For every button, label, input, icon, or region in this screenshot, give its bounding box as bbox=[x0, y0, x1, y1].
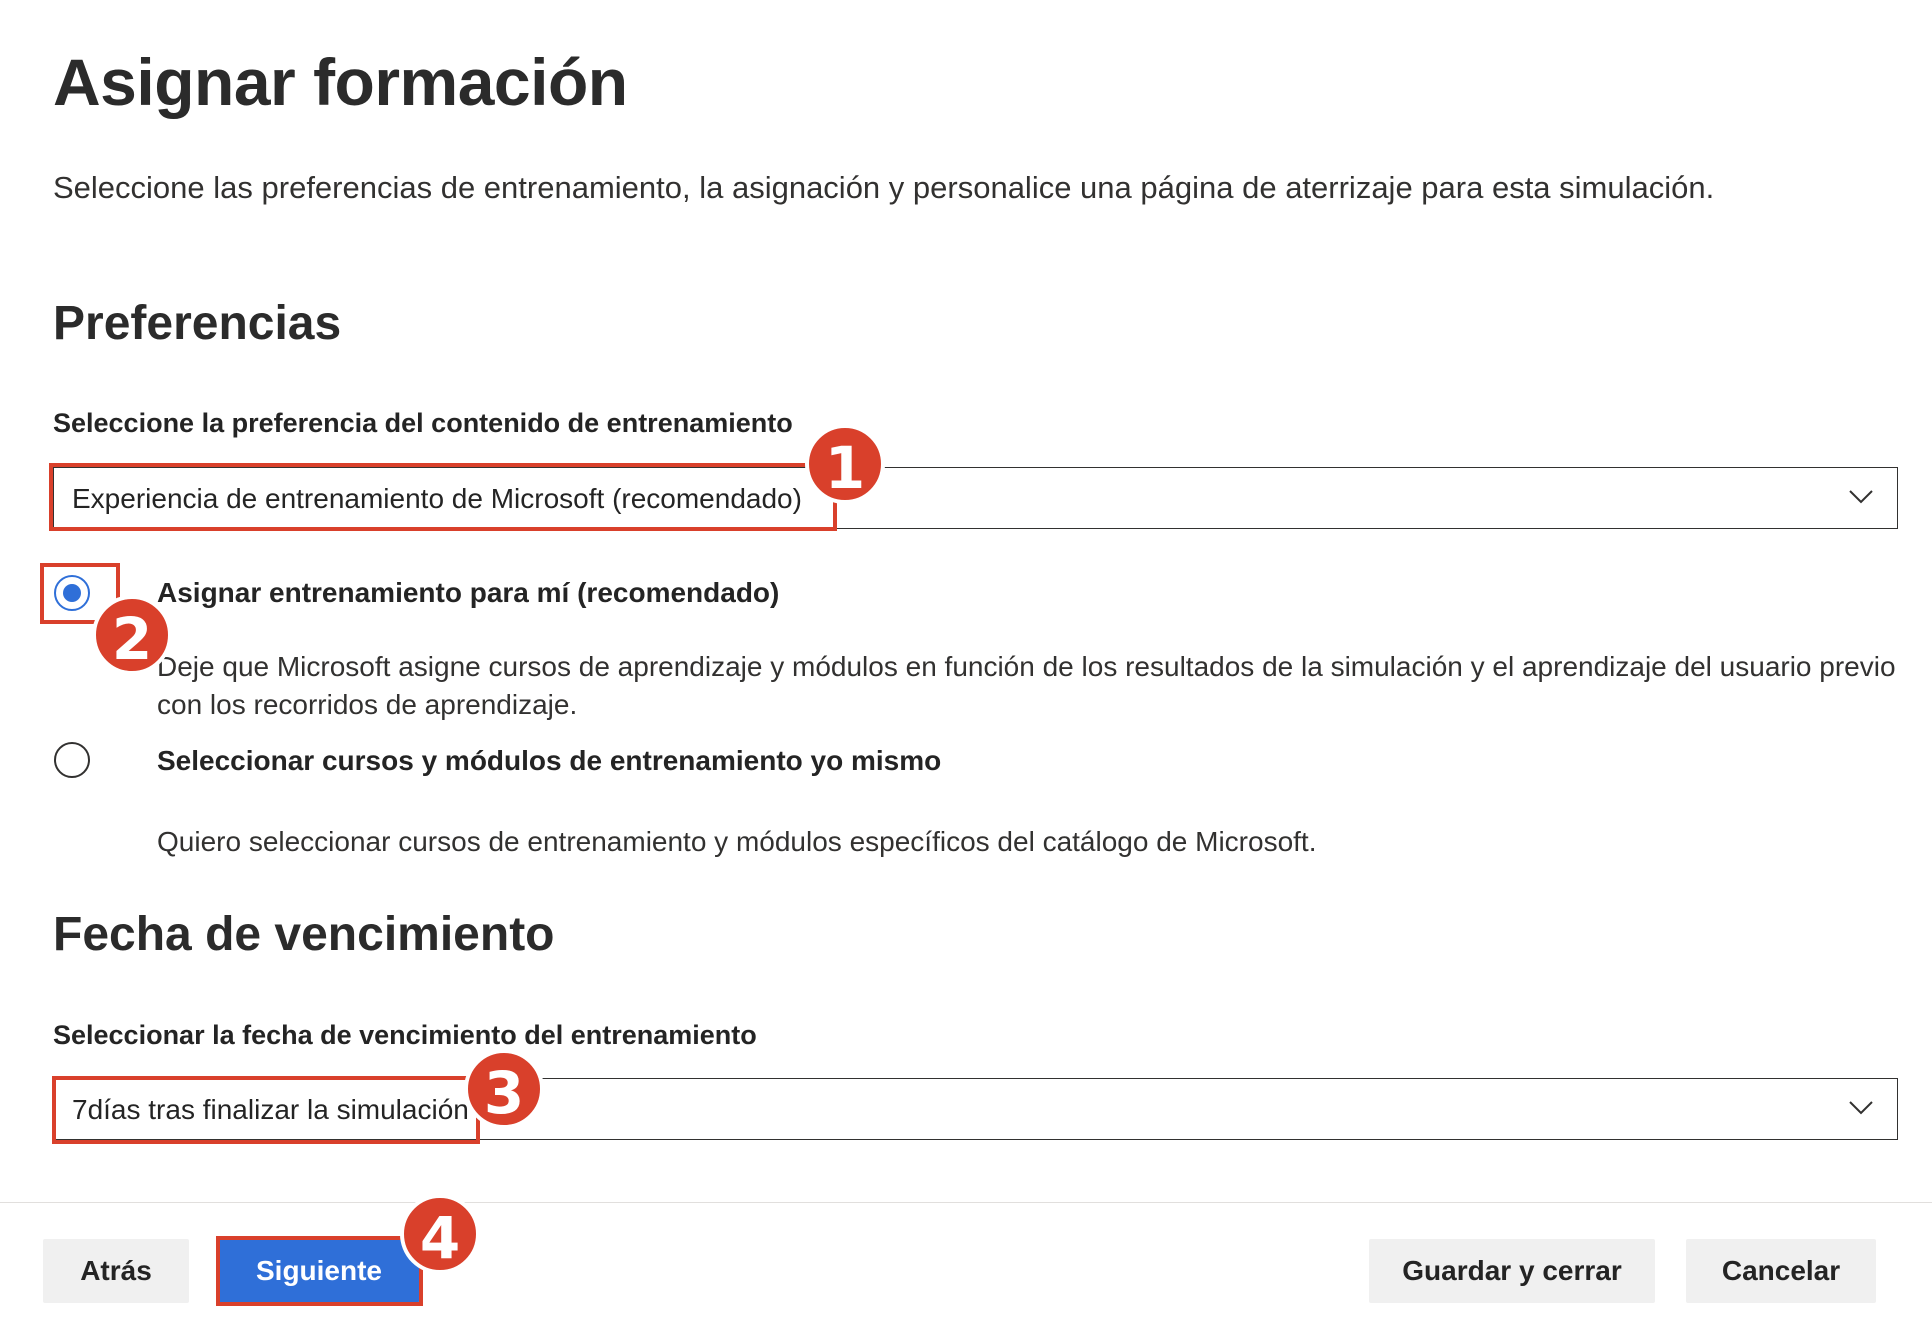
back-button[interactable]: Atrás bbox=[43, 1239, 189, 1303]
next-button[interactable]: Siguiente bbox=[219, 1239, 419, 1303]
option-assign-for-me-description: Deje que Microsoft asigne cursos de apre… bbox=[157, 651, 1896, 720]
callout-badge-4: 4 bbox=[400, 1194, 480, 1274]
callout-badge-1: 1 bbox=[805, 424, 885, 504]
content-preference-dropdown[interactable]: Experiencia de entrenamiento de Microsof… bbox=[53, 467, 1898, 529]
footer-divider bbox=[0, 1202, 1932, 1203]
chevron-down-icon bbox=[1849, 1101, 1873, 1115]
option-select-myself-title: Seleccionar cursos y módulos de entrenam… bbox=[157, 745, 942, 776]
preferences-section-title: Preferencias bbox=[53, 297, 342, 350]
page-title: Asignar formación bbox=[53, 45, 628, 119]
radio-assign-for-me[interactable] bbox=[54, 575, 90, 611]
option-assign-for-me-title: Asignar entrenamiento para mí (recomenda… bbox=[157, 577, 780, 608]
save-close-button[interactable]: Guardar y cerrar bbox=[1369, 1239, 1655, 1303]
content-preference-label: Seleccione la preferencia del contenido … bbox=[53, 408, 793, 438]
due-date-value: 7días tras finalizar la simulación bbox=[72, 1094, 469, 1125]
radio-select-myself[interactable] bbox=[54, 742, 90, 778]
chevron-down-icon bbox=[1849, 490, 1873, 504]
page-description: Seleccione las preferencias de entrenami… bbox=[53, 170, 1715, 205]
callout-badge-3: 3 bbox=[464, 1049, 544, 1129]
due-date-dropdown[interactable]: 7días tras finalizar la simulación bbox=[53, 1078, 1898, 1140]
content-preference-value: Experiencia de entrenamiento de Microsof… bbox=[72, 483, 802, 514]
radio-selected-dot bbox=[63, 584, 81, 602]
due-date-section-title: Fecha de vencimiento bbox=[53, 908, 555, 961]
callout-badge-2: 2 bbox=[92, 595, 172, 675]
due-date-label: Seleccionar la fecha de vencimiento del … bbox=[53, 1020, 757, 1050]
option-select-myself-description: Quiero seleccionar cursos de entrenamien… bbox=[157, 826, 1317, 857]
cancel-button[interactable]: Cancelar bbox=[1686, 1239, 1876, 1303]
